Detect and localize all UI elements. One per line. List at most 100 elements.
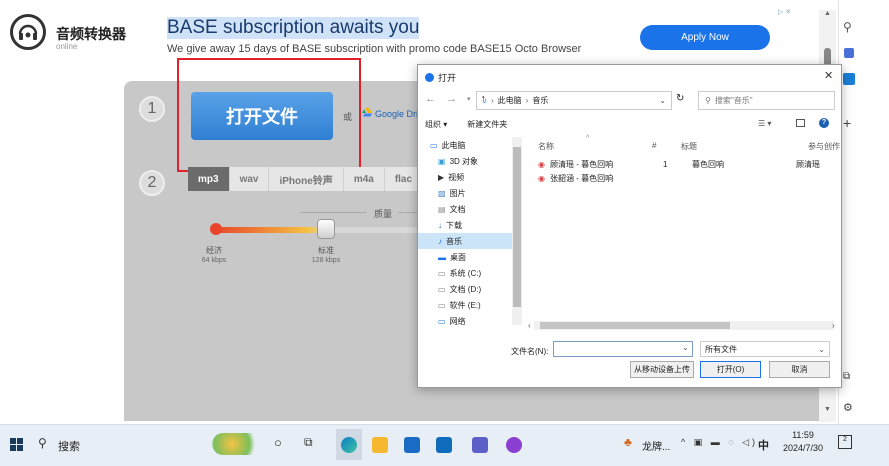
- cancel-button[interactable]: 取消: [769, 361, 830, 378]
- notification-icon[interactable]: 2: [838, 435, 852, 449]
- upload-from-device-button[interactable]: 从移动设备上传: [630, 361, 694, 378]
- preview-pane-icon[interactable]: [796, 119, 805, 127]
- tab-mp3[interactable]: mp3: [188, 167, 230, 191]
- filetype-select[interactable]: 所有文件 ⌄: [700, 341, 830, 357]
- tree-item[interactable]: ▤ 文档: [418, 201, 522, 217]
- search-icon[interactable]: ⚲: [843, 20, 852, 34]
- open-file-dialog: 打开 ✕ ← → ▾ ↑ ♪ › 此电脑 › 音乐 ⌄ ↻ ⚲ 搜索"音乐" 组…: [417, 64, 842, 388]
- file-name: 顾清瑶 - 暮色回响: [550, 159, 614, 169]
- tree-item-label: 网络: [449, 316, 466, 326]
- browser-icon: [425, 73, 434, 82]
- folder-icon: ▭: [438, 300, 446, 310]
- forward-icon[interactable]: →: [446, 93, 457, 105]
- file-row[interactable]: ◉ 顾清瑶 - 暮色回响 1 暮色回响 顾清瑶: [528, 157, 838, 171]
- scroll-down-icon[interactable]: ▼: [824, 406, 831, 413]
- clock-date[interactable]: 2024/7/30: [776, 443, 830, 453]
- taskbar: ⚲ 搜索 ○ ⧉ ♣ 龙牌... ^ ▣ ▬ ◌ ◁) 中 11:59 2024…: [0, 424, 889, 466]
- taskbar-search[interactable]: 搜索: [58, 438, 80, 454]
- column-title-header[interactable]: 标题: [681, 141, 741, 152]
- tree-item[interactable]: ▧ 图片: [418, 185, 522, 201]
- file-explorer-icon[interactable]: [372, 437, 388, 453]
- file-row[interactable]: ◉ 张韶涵 - 暮色回响: [528, 171, 838, 185]
- folder-icon: ▧: [438, 188, 446, 198]
- ime-indicator[interactable]: 中: [758, 437, 769, 453]
- column-artist-header[interactable]: 参与创作: [790, 141, 840, 152]
- organize-menu[interactable]: 组织 ▾: [425, 119, 447, 130]
- scroll-right-icon[interactable]: ›: [832, 321, 835, 330]
- refresh-icon[interactable]: ↻: [676, 93, 684, 104]
- quality-level-name: 标准: [318, 246, 334, 255]
- scroll-left-icon[interactable]: ‹: [528, 321, 531, 330]
- filetype-value: 所有文件: [705, 344, 737, 354]
- folder-icon: ▭: [438, 316, 446, 326]
- new-folder-button[interactable]: 新建文件夹: [467, 119, 507, 130]
- teams-icon[interactable]: [472, 437, 488, 453]
- help-icon[interactable]: ?: [819, 118, 829, 128]
- settings-gear-icon[interactable]: ⚙: [843, 401, 853, 414]
- folder-icon: ▭: [430, 140, 438, 150]
- tree-item[interactable]: ▭ 文档 (D:): [418, 281, 522, 297]
- tree-item[interactable]: ▭ 网络: [418, 313, 522, 329]
- extension-icon[interactable]: [844, 48, 854, 58]
- quality-slider-handle[interactable]: [317, 219, 335, 239]
- screenshot-icon[interactable]: ⧉: [843, 371, 850, 382]
- ad-title[interactable]: BASE subscription awaits you: [167, 17, 420, 39]
- tree-item[interactable]: ▭ 系统 (C:): [418, 265, 522, 281]
- apply-now-button[interactable]: Apply Now: [640, 25, 770, 50]
- file-name: 张韶涵 - 暮色回响: [550, 173, 614, 183]
- filename-label: 文件名(N):: [511, 347, 549, 356]
- app-icon[interactable]: [506, 437, 522, 453]
- history-chevron-icon[interactable]: ▾: [467, 93, 471, 105]
- clock-time[interactable]: 11:59: [784, 430, 822, 440]
- tab-wav[interactable]: wav: [229, 167, 270, 191]
- tab-m4a[interactable]: m4a: [343, 167, 385, 191]
- cortana-icon[interactable]: ○: [274, 435, 282, 450]
- tree-item[interactable]: ▬ 桌面: [418, 249, 522, 265]
- back-icon[interactable]: ←: [425, 93, 436, 105]
- column-number-header[interactable]: #: [652, 141, 672, 150]
- tree-scroll-thumb[interactable]: [513, 147, 521, 307]
- tree-item-label: 文档: [449, 204, 466, 214]
- scroll-up-icon[interactable]: ▲: [824, 10, 831, 17]
- search-icon[interactable]: ⚲: [38, 436, 47, 450]
- store-icon[interactable]: [404, 437, 420, 453]
- mail-icon[interactable]: [436, 437, 452, 453]
- tree-item[interactable]: ♪ 音乐: [418, 233, 522, 249]
- chevron-down-icon[interactable]: ⌄: [659, 96, 671, 105]
- address-bar[interactable]: ♪ › 此电脑 › 音乐 ⌄: [476, 91, 672, 110]
- windows-start-icon[interactable]: [10, 438, 23, 451]
- sort-indicator-icon: ^: [586, 135, 590, 142]
- music-folder-icon: ♪: [483, 96, 487, 105]
- tree-item-label: 下载: [446, 220, 462, 230]
- site-logo[interactable]: 音频转换器 online: [10, 12, 150, 62]
- search-input[interactable]: ⚲ 搜索"音乐": [698, 91, 835, 110]
- weather-icon[interactable]: ♣: [624, 435, 632, 449]
- system-tray-icons[interactable]: ^ ▣ ▬ ◌ ◁): [681, 437, 758, 448]
- outlook-icon[interactable]: [843, 73, 855, 85]
- logo-sub: online: [56, 42, 78, 51]
- search-highlight-icon[interactable]: [212, 433, 262, 455]
- add-icon[interactable]: +: [843, 115, 851, 131]
- chevron-down-icon[interactable]: ⌄: [682, 343, 689, 352]
- folder-icon: ▶: [438, 172, 445, 182]
- task-view-icon[interactable]: ⧉: [304, 435, 313, 450]
- tree-item[interactable]: ↓ 下载: [418, 217, 522, 233]
- music-file-icon: ◉: [538, 173, 545, 183]
- weather-text[interactable]: 龙牌...: [642, 438, 670, 453]
- google-drive-button[interactable]: Google Dri: [362, 108, 418, 119]
- horizontal-scroll-thumb[interactable]: [540, 322, 730, 329]
- view-options-icon[interactable]: ☰ ▾: [758, 119, 771, 128]
- close-icon[interactable]: ✕: [824, 69, 833, 82]
- ad-choices-icon[interactable]: ▷ ✕: [778, 8, 791, 16]
- tree-item[interactable]: ▭ 此电脑: [418, 137, 522, 153]
- tree-item[interactable]: ▭ 软件 (E:): [418, 297, 522, 313]
- tab-iphone-ringtone[interactable]: iPhone铃声: [269, 167, 344, 191]
- path-segment[interactable]: 音乐: [532, 95, 548, 106]
- open-button[interactable]: 打开(O): [700, 361, 761, 378]
- path-segment[interactable]: 此电脑: [498, 95, 522, 106]
- edge-icon[interactable]: [341, 437, 357, 453]
- chevron-down-icon: ⌄: [818, 344, 825, 354]
- tree-item[interactable]: ▣ 3D 对象: [418, 153, 522, 169]
- filename-input[interactable]: [553, 341, 693, 357]
- tree-item[interactable]: ▶ 视频: [418, 169, 522, 185]
